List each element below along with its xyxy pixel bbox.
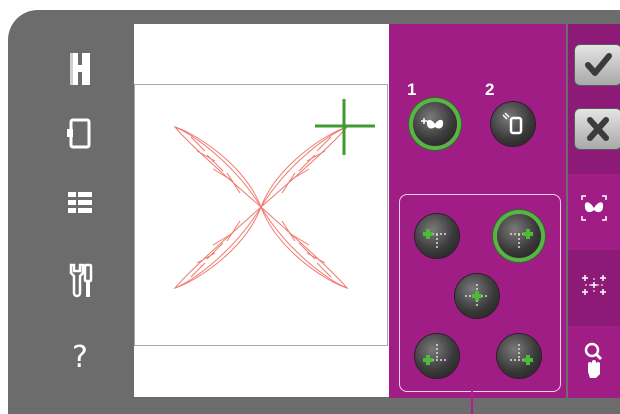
confirm-button[interactable]	[574, 44, 620, 86]
hoop-position-icon	[502, 112, 523, 135]
callout-line	[471, 389, 473, 414]
position-bottom-right-icon	[510, 344, 533, 365]
help-button[interactable]: ?	[50, 332, 110, 382]
menu-list-button[interactable]	[50, 178, 110, 228]
hoop-icon	[67, 118, 91, 149]
mode-1-label: 1	[407, 80, 417, 99]
side-toolbar	[568, 24, 620, 398]
cancel-button[interactable]	[574, 108, 620, 150]
design-selection-tab[interactable]	[568, 174, 620, 250]
list-menu-icon	[68, 192, 92, 213]
home-button[interactable]	[50, 44, 110, 94]
position-bottom-right-button[interactable]	[497, 334, 541, 378]
design-selection-icon	[581, 195, 607, 221]
help-icon: ?	[72, 339, 88, 375]
position-top-right-icon	[510, 229, 533, 248]
move-butterfly-icon	[421, 118, 444, 129]
hoop-area[interactable]	[134, 84, 388, 346]
position-bottom-left-button[interactable]	[415, 334, 459, 378]
cancel-x-icon	[587, 117, 609, 141]
zoom-pan-tab[interactable]	[568, 326, 620, 398]
design-preview	[173, 99, 375, 289]
position-top-left-icon	[423, 229, 446, 248]
home-icon	[70, 53, 90, 85]
crosshair-icon	[315, 99, 375, 155]
zoom-pan-icon	[584, 342, 603, 378]
positioning-panel: 1 2	[389, 24, 566, 398]
tools-icon	[69, 263, 93, 298]
grid-align-icon	[582, 275, 606, 295]
grid-align-tab[interactable]	[568, 256, 620, 316]
embroidery-canvas[interactable]	[134, 24, 396, 397]
settings-tools-button[interactable]	[50, 256, 110, 306]
mode-2-label: 2	[485, 80, 495, 99]
move-design-button[interactable]	[413, 102, 457, 146]
position-center-button[interactable]	[455, 274, 499, 318]
confirm-check-icon	[585, 53, 612, 76]
rotate-hoop-button[interactable]	[491, 102, 535, 146]
device-frame: ? 1 2	[8, 10, 620, 414]
position-center-icon	[465, 284, 489, 308]
position-top-left-button[interactable]	[415, 214, 459, 258]
position-bottom-left-icon	[423, 344, 446, 365]
position-top-right-button[interactable]	[497, 214, 541, 258]
hoop-button[interactable]	[50, 108, 110, 158]
